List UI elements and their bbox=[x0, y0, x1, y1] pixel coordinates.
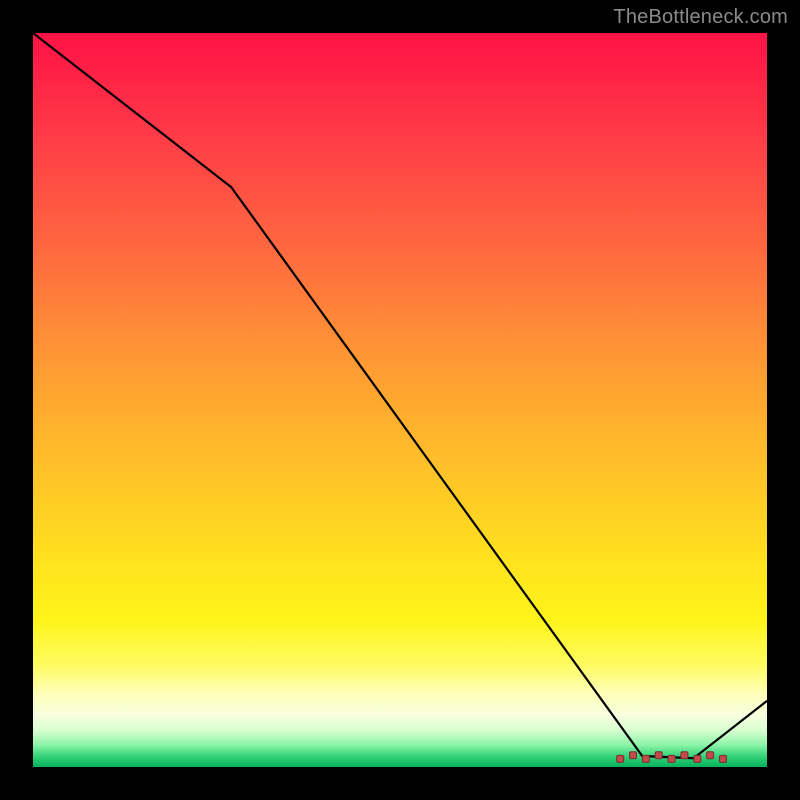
bottleneck-line-chart bbox=[33, 33, 767, 767]
trend-polyline bbox=[33, 33, 767, 758]
optimal-marker bbox=[707, 752, 714, 759]
plot-area bbox=[33, 33, 767, 767]
chart-frame: TheBottleneck.com bbox=[0, 0, 800, 800]
optimal-range-markers bbox=[617, 752, 727, 763]
optimal-marker bbox=[681, 752, 688, 759]
optimal-marker bbox=[720, 755, 727, 762]
optimal-marker bbox=[617, 755, 624, 762]
optimal-marker bbox=[668, 755, 675, 762]
attribution-label: TheBottleneck.com bbox=[613, 6, 788, 29]
optimal-marker bbox=[655, 752, 662, 759]
optimal-marker bbox=[694, 755, 701, 762]
optimal-marker bbox=[630, 752, 637, 759]
optimal-marker bbox=[642, 755, 649, 762]
